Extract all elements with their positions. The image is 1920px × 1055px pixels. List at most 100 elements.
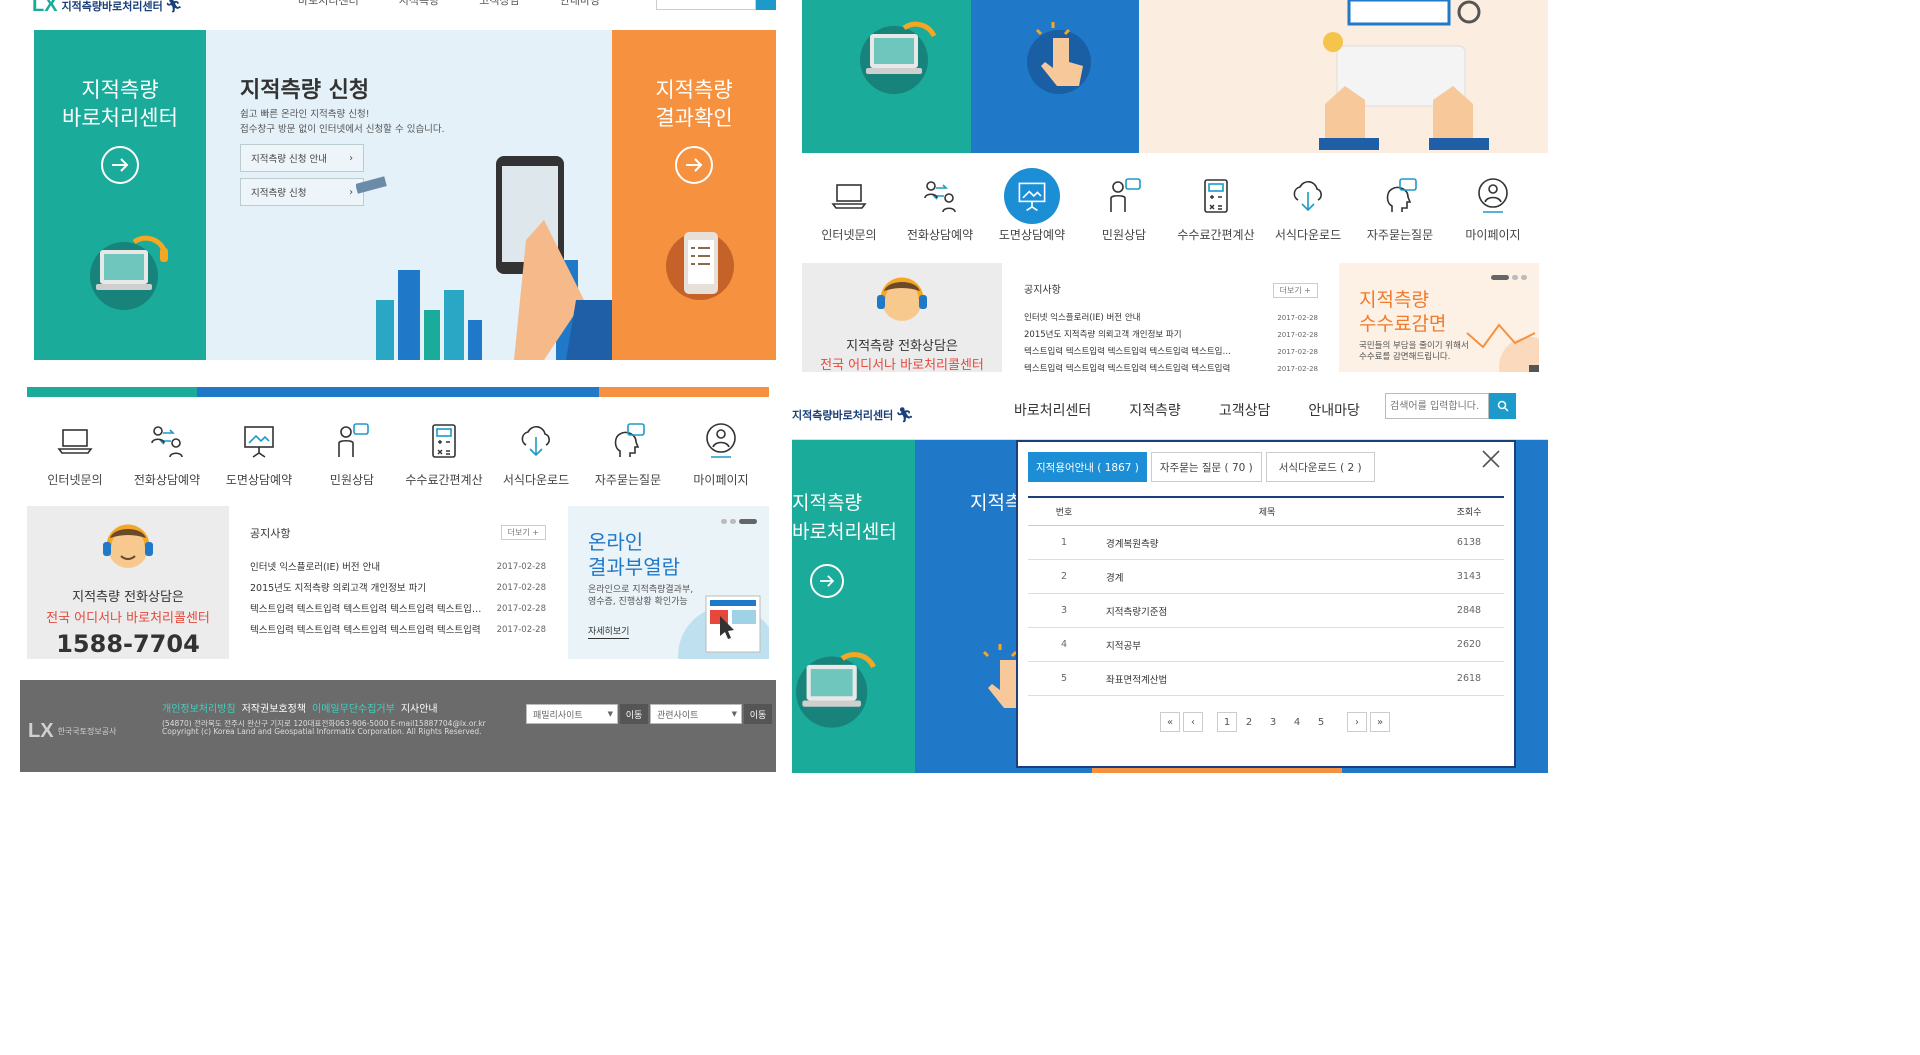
nav-item[interactable]: 바로처리센터 (1014, 400, 1091, 420)
operator-headset-icon (877, 277, 927, 321)
nav-item[interactable]: 바로처리센터 (298, 0, 359, 8)
promo-title-2: 결과부열람 (588, 555, 680, 579)
footer-link-copyright[interactable]: 저작권보호정책 (242, 700, 306, 715)
notice-item[interactable]: 2015년도 지적측량 의뢰고객 개인정보 파기 2017-02-28 (250, 578, 546, 599)
people-exchange-icon (924, 181, 956, 213)
notice-section: 공지사항 더보기 + 인터넷 익스플로러(IE) 버전 안내 2017-02-28… (1024, 281, 1318, 372)
footer-link-privacy[interactable]: 개인정보처리방침 (162, 700, 236, 715)
footer-org-name: 한국국토정보공사 (57, 727, 117, 736)
person-speech-icon (1110, 178, 1141, 212)
quick-menu-item[interactable]: 마이페이지 (1438, 176, 1548, 243)
hero-guide-button[interactable]: 지적측량 신청 안내 › (240, 144, 364, 172)
site-logo[interactable]: 지적측량바로처리센터 🏃︎ (792, 406, 914, 424)
tile-strip (27, 387, 769, 397)
table-row[interactable]: 5 좌표면적계산법 2618 (1028, 662, 1504, 696)
search-input[interactable] (656, 0, 756, 10)
slider-dots[interactable] (1491, 275, 1527, 280)
table-row[interactable]: 3 지적측량기준점 2848 (1028, 594, 1504, 628)
hero-tile-blue[interactable] (971, 0, 1139, 153)
page-number[interactable]: 3 (1261, 717, 1285, 728)
row-title: 지적측량기준점 (1106, 606, 1168, 618)
notice-item[interactable]: 텍스트입력 텍스트입력 텍스트입력 텍스트입력 텍스트입… 2017-02-28 (1024, 344, 1318, 361)
notice-item[interactable]: 2015년도 지적측량 의뢰고객 개인정보 파기 2017-02-28 (1024, 327, 1318, 344)
hero-left-tile[interactable]: 지적측량 바로처리센터 (34, 30, 206, 360)
nav-item[interactable]: 지적측량 (1129, 400, 1181, 420)
footer-link-email[interactable]: 이메일무단수집거부 (312, 700, 395, 715)
notice-date: 2017-02-28 (496, 604, 546, 614)
arrow-right-icon[interactable] (810, 564, 844, 598)
runner-icon: 🏃︎ (164, 0, 183, 14)
first-page-button[interactable]: « (1160, 712, 1180, 732)
search-button[interactable] (756, 0, 776, 10)
related-site-go-button[interactable]: 이동 (744, 704, 772, 724)
site-logo[interactable]: LX 지적측량바로처리센터 🏃︎ (32, 0, 183, 17)
next-page-button[interactable]: › (1347, 712, 1367, 732)
tile-title-line1: 지적측량 (792, 492, 862, 514)
table-row[interactable]: 1 경계복원측량 6138 (1028, 526, 1504, 560)
tab-faq[interactable]: 자주묻는 질문 ( 70 ) (1150, 452, 1262, 482)
hero-left-tile[interactable]: 지적측량 바로처리센터 (792, 440, 915, 773)
prev-page-button[interactable]: ‹ (1183, 712, 1203, 732)
arrow-right-icon[interactable] (101, 146, 139, 184)
close-button[interactable] (1480, 448, 1502, 470)
table-row[interactable]: 2 경계 3143 (1028, 560, 1504, 594)
notice-list: 인터넷 익스플로러(IE) 버전 안내 2017-02-28 2015년도 지적측… (1024, 310, 1318, 372)
related-site-select[interactable]: 관련사이트 ▼ (650, 704, 742, 724)
close-icon (1482, 450, 1500, 468)
page-number[interactable]: 2 (1237, 717, 1261, 728)
notice-item[interactable]: 인터넷 익스플로러(IE) 버전 안내 2017-02-28 (250, 557, 546, 578)
notice-date: 2017-02-28 (1277, 348, 1318, 356)
nav-item[interactable]: 고객상담 (1219, 400, 1271, 420)
right-bottom-screen: 지적측량바로처리센터 🏃︎ 바로처리센터 지적측량 고객상담 안내마당 지적측량… (792, 388, 1548, 773)
notice-item[interactable]: 인터넷 익스플로러(IE) 버전 안내 2017-02-28 (1024, 310, 1318, 327)
quick-menu-item[interactable]: 마이페이지 (666, 421, 776, 488)
notice-date: 2017-02-28 (496, 625, 546, 635)
promo-title-1: 지적측량 (1359, 289, 1429, 311)
quick-menu-hover: 인터넷문의 전화상담예약 도면상담예약 민원상담 수수료간편계산 서식다운로드 … (792, 168, 1548, 256)
promo-online-result[interactable]: 온라인 결과부열람 온라인으로 지적측량결과부, 영수증, 진행상황 확인가능 … (568, 506, 769, 659)
last-page-button[interactable]: » (1370, 712, 1390, 732)
notice-more-button[interactable]: 더보기 + (1272, 283, 1318, 298)
slider-dots[interactable] (721, 519, 757, 524)
double-chevron-right-icon: » (1376, 716, 1384, 728)
notice-more-button[interactable]: 더보기 + (500, 525, 546, 540)
family-site-select[interactable]: 패밀리사이트 ▼ (526, 704, 618, 724)
notice-item[interactable]: 텍스트입력 텍스트입력 텍스트입력 텍스트입력 텍스트입력 2017-02-28 (1024, 361, 1318, 372)
promo-fee-reduction[interactable]: 지적측량 수수료감면 국민들의 부담을 줄이기 위해서 수수료를 감면해드립니다… (1339, 263, 1539, 372)
user-profile-icon (706, 423, 736, 458)
nav-item[interactable]: 지적측량 (399, 0, 439, 8)
row-number: 1 (1060, 537, 1068, 548)
popup-tabs: 지적용어안내 ( 1867 ) 자주묻는 질문 ( 70 ) 서식다운로드 ( … (1028, 452, 1375, 482)
notice-item[interactable]: 텍스트입력 텍스트입력 텍스트입력 텍스트입력 텍스트입력 2017-02-28 (250, 620, 546, 641)
head-question-icon (1386, 178, 1417, 212)
hero-tile-peach[interactable] (1139, 0, 1548, 153)
page-number-current[interactable]: 1 (1217, 712, 1237, 732)
notice-item[interactable]: 텍스트입력 텍스트입력 텍스트입력 텍스트입력 텍스트입… 2017-02-28 (250, 599, 546, 620)
nav-item[interactable]: 안내마당 (560, 0, 600, 8)
select-value: 패밀리사이트 (533, 710, 583, 721)
family-site-go-button[interactable]: 이동 (620, 704, 648, 724)
left-bottom-screen: 인터넷문의 전화상담예약 도면상담예약 민원상담 수수료간편계산 서식다운로드 … (20, 385, 776, 773)
page-number[interactable]: 5 (1309, 717, 1333, 728)
search-icon (1497, 400, 1509, 412)
footer-link-branch[interactable]: 지사안내 (401, 700, 438, 715)
table-row[interactable]: 4 지적공부 2620 (1028, 628, 1504, 662)
hero-tile-teal[interactable] (802, 0, 971, 153)
promo-detail-link[interactable]: 자세히보기 (588, 624, 630, 639)
nav-item[interactable]: 안내마당 (1308, 400, 1360, 420)
tab-terms[interactable]: 지적용어안내 ( 1867 ) (1028, 452, 1147, 482)
person-speech-icon (338, 423, 369, 457)
notice-date: 2017-02-28 (1277, 314, 1318, 322)
tab-forms[interactable]: 서식다운로드 ( 2 ) (1265, 452, 1375, 482)
hero-right-tile[interactable]: 지적측량 결과확인 (612, 30, 776, 360)
select-value: 관련사이트 (657, 710, 699, 721)
row-views: 2848 (1456, 605, 1482, 616)
search-button[interactable] (1489, 393, 1516, 419)
page-number[interactable]: 4 (1285, 717, 1309, 728)
arrow-right-icon[interactable] (675, 146, 713, 184)
lx-logo-icon: LX (32, 0, 58, 16)
nav-item[interactable]: 고객상담 (479, 0, 519, 8)
search-input[interactable] (1385, 393, 1489, 419)
hero-apply-button[interactable]: 지적측량 신청 › (240, 178, 364, 206)
row-number: 2 (1060, 571, 1068, 582)
